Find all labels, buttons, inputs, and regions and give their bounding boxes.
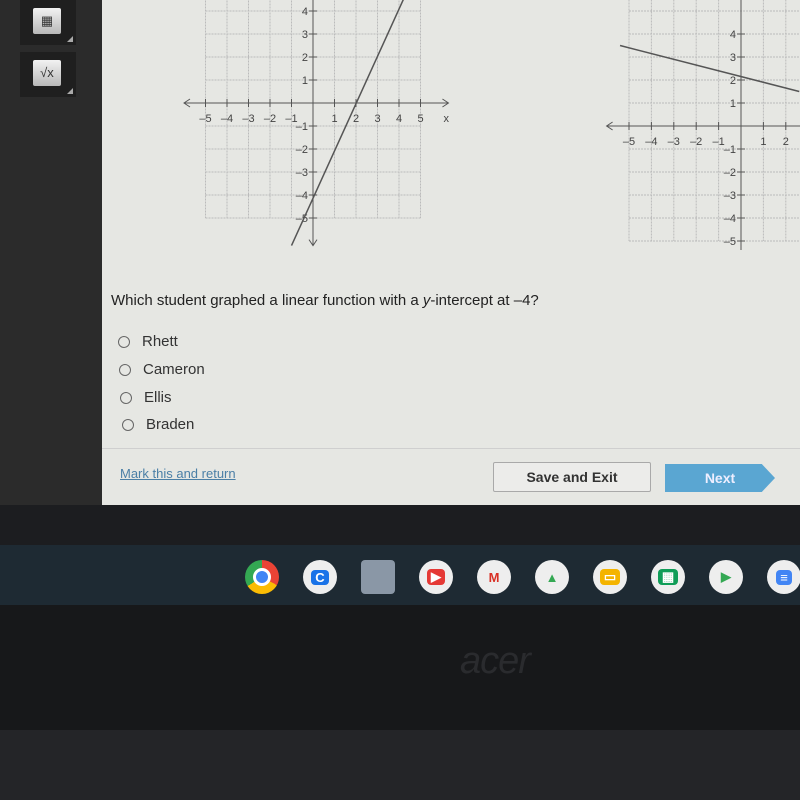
y-tick-label: –3 (296, 167, 308, 179)
app-glyph: C (311, 569, 329, 585)
save-and-exit-button[interactable]: Save and Exit (493, 462, 651, 492)
x-tick-label: 5 (417, 113, 423, 125)
calculator-button[interactable]: ▦ (20, 0, 76, 45)
graphed-line (290, 0, 404, 246)
y-tick-label: –4 (724, 213, 736, 225)
graph-cameron: –5 –4 –3 –2 –1 1 24321–1–2–3–4–5 (605, 0, 800, 250)
x-tick-label: 1 (331, 113, 337, 125)
x-tick-label: 4 (396, 113, 402, 125)
option-cameron[interactable]: Cameron (119, 361, 205, 378)
app-glyph (253, 568, 271, 586)
mark-and-return-link[interactable]: Mark this and return (120, 466, 236, 481)
youtube-icon[interactable]: ▶ (419, 560, 453, 594)
radio-button[interactable] (120, 391, 132, 404)
calculator-icon: ▦ (33, 8, 61, 34)
y-tick-label: 4 (302, 6, 308, 18)
play-store-icon[interactable]: ▶ (709, 560, 743, 594)
app-glyph: ▲ (541, 569, 563, 585)
x-tick-label: –3 (242, 113, 254, 125)
option-ellis[interactable]: Ellis (120, 389, 172, 406)
option-label: Cameron (143, 361, 205, 378)
app-glyph: M (484, 569, 504, 585)
question-text: Which student graphed a linear function … (111, 292, 539, 309)
screen: ▦ √x –5 –4 –3 –2 –1 1 2 3 4 5 4 3 2 1 –1 –2 –3 –4 –5 x –5 –4… (0, 0, 800, 505)
radio-button[interactable] (118, 335, 130, 348)
square-root-icon: √x (33, 60, 61, 86)
laptop-hinge (0, 730, 800, 800)
radio-button[interactable] (122, 418, 134, 431)
x-tick-label: –4 (645, 136, 657, 148)
acer-logo: acer (460, 640, 531, 682)
app-glyph: ▭ (599, 569, 621, 585)
formula-button[interactable]: √x (20, 52, 76, 97)
x-axis-label: x (444, 113, 450, 125)
axis-arrow (605, 121, 613, 131)
y-tick-label: –1 (296, 121, 308, 133)
x-tick-label: 2 (783, 136, 789, 148)
x-tick-label: 2 (353, 113, 359, 125)
app-glyph: ▦ (657, 569, 679, 585)
x-tick-label: –2 (264, 113, 276, 125)
option-label: Rhett (142, 333, 178, 350)
app-glyph: ≡ (776, 569, 792, 585)
chrome-icon[interactable] (245, 560, 279, 594)
y-tick-label: 1 (730, 98, 736, 110)
docs-icon[interactable]: ≡ (767, 560, 800, 594)
y-tick-label: 2 (302, 52, 308, 64)
option-label: Ellis (144, 389, 172, 406)
app-box-icon[interactable] (361, 560, 395, 594)
y-tick-label: 4 (730, 29, 736, 41)
x-tick-label: 3 (374, 113, 380, 125)
divider (102, 448, 800, 449)
y-tick-label: 3 (302, 29, 308, 41)
app-glyph: ▶ (427, 569, 445, 585)
slides-icon[interactable]: ▭ (593, 560, 627, 594)
y-tick-label: 3 (730, 52, 736, 64)
x-tick-label: 1 (760, 136, 766, 148)
option-rhett[interactable]: Rhett (118, 333, 178, 350)
next-button[interactable]: Next (665, 464, 775, 492)
x-tick-label: –5 (623, 136, 635, 148)
option-braden[interactable]: Braden (122, 416, 194, 433)
graphed-line (619, 44, 800, 93)
y-tick-label: –4 (296, 190, 308, 202)
y-tick-label: –1 (724, 144, 736, 156)
classroom-c-icon[interactable]: C (303, 560, 337, 594)
radio-button[interactable] (119, 363, 131, 376)
x-tick-label: –4 (221, 113, 233, 125)
y-tick-label: –3 (724, 190, 736, 202)
y-tick-label: –2 (296, 144, 308, 156)
gmail-icon[interactable]: M (477, 560, 511, 594)
graph-rhett: –5 –4 –3 –2 –1 1 2 3 4 54321–1–2–3–4–5x (183, 0, 450, 247)
x-tick-label: –2 (690, 136, 702, 148)
option-label: Braden (146, 416, 195, 433)
drive-icon[interactable]: ▲ (535, 560, 569, 594)
y-tick-label: –5 (724, 236, 736, 248)
y-tick-label: 2 (730, 75, 736, 87)
y-tick-label: 1 (302, 75, 308, 87)
app-glyph: ▶ (717, 569, 735, 585)
x-tick-label: –5 (199, 113, 211, 125)
x-tick-label: –3 (668, 136, 680, 148)
sheets-icon[interactable]: ▦ (651, 560, 685, 594)
tool-sidebar: ▦ √x (0, 0, 102, 505)
y-tick-label: –2 (724, 167, 736, 179)
